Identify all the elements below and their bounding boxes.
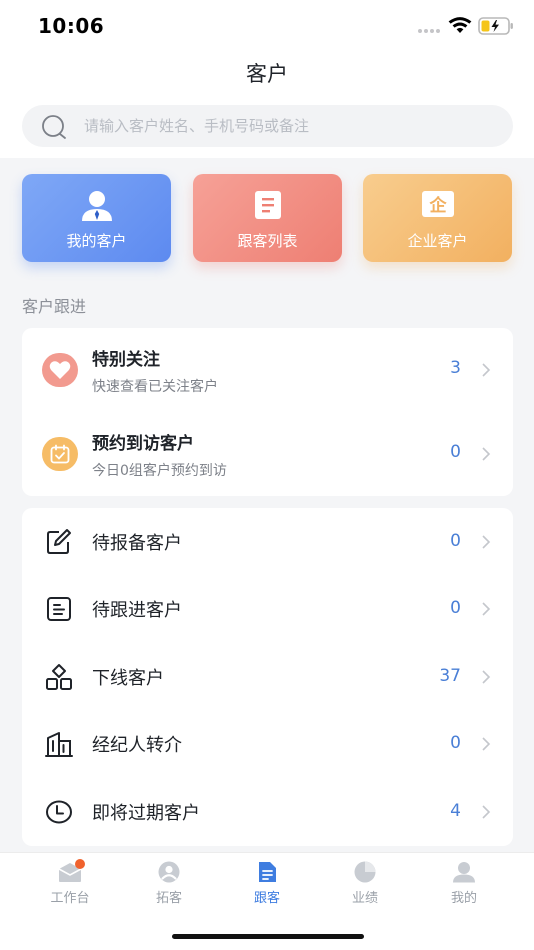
user-circle-icon (158, 861, 180, 883)
tab-label: 跟客 (253, 891, 280, 906)
wifi-icon (448, 17, 472, 33)
tile-label: 跟客列表 (237, 232, 298, 250)
follow-item-appointment[interactable]: 预约到访客户 今日0组客户预约到访 0 (22, 412, 513, 496)
home-indicator (172, 934, 364, 939)
profile-icon (453, 862, 475, 883)
tab-mine[interactable]: 我的 (419, 861, 509, 911)
document-icon (254, 191, 281, 219)
enterprise-icon: 企 (421, 191, 454, 217)
search-input[interactable] (84, 105, 494, 147)
list-item-pending-follow[interactable]: 待跟进客户 0 (22, 575, 513, 642)
follow-item-count: 0 (450, 442, 461, 462)
page-title: 客户 (246, 62, 288, 86)
chevron-right-icon (482, 737, 491, 751)
tile-enterprise-customers[interactable]: 企 企业客户 (363, 174, 512, 262)
customer-list-card: 待报备客户 0 待跟进客户 0 下线客户 37 经纪人转介 0 即将过期客户 4 (22, 508, 513, 846)
notification-badge (75, 859, 85, 869)
list-item-count: 4 (450, 801, 461, 821)
follow-item-title: 预约到访客户 (92, 434, 194, 454)
chevron-right-icon (482, 447, 491, 461)
list-item-label: 待跟进客户 (92, 600, 182, 621)
list-icon (47, 597, 71, 621)
svg-text:企: 企 (428, 195, 447, 216)
edit-icon (47, 529, 71, 554)
battery-icon (478, 17, 513, 35)
chevron-right-icon (482, 670, 491, 684)
top-area: 10:06 客户 (0, 0, 534, 158)
chevron-right-icon (482, 805, 491, 819)
tab-label: 工作台 (50, 891, 90, 906)
tab-label: 拓客 (155, 891, 182, 906)
document-icon (259, 862, 276, 882)
search-bar[interactable] (22, 105, 513, 147)
list-item-count: 0 (450, 531, 461, 551)
tab-performance[interactable]: 业绩 (320, 861, 410, 911)
tile-label: 企业客户 (407, 232, 468, 250)
section-title: 客户跟进 (22, 297, 87, 316)
list-item-agent-referral[interactable]: 经纪人转介 0 (22, 710, 513, 777)
list-item-label: 待报备客户 (92, 533, 182, 554)
follow-item-special-attention[interactable]: 特别关注 快速查看已关注客户 3 (22, 328, 513, 412)
calendar-icon (42, 437, 78, 471)
list-item-count: 37 (439, 666, 461, 686)
status-bar: 10:06 (0, 0, 534, 50)
chevron-right-icon (482, 363, 491, 377)
tile-label: 我的客户 (66, 232, 127, 250)
follow-card: 特别关注 快速查看已关注客户 3 预约到访客户 今日0组客户预约到访 0 (22, 328, 513, 496)
follow-item-subtitle: 今日0组客户预约到访 (92, 463, 227, 479)
clock-icon (46, 800, 72, 824)
tab-expand-customers[interactable]: 拓客 (124, 861, 214, 911)
follow-item-title: 特别关注 (92, 350, 160, 370)
follow-item-count: 3 (450, 358, 461, 378)
hierarchy-icon (46, 664, 72, 690)
tab-follow-customers[interactable]: 跟客 (222, 861, 312, 911)
cellular-signal-icon (418, 29, 440, 33)
tab-workbench[interactable]: 工作台 (25, 859, 115, 911)
status-time: 10:06 (38, 14, 105, 38)
tab-label: 我的 (450, 891, 477, 906)
tile-follow-list[interactable]: 跟客列表 (193, 174, 342, 262)
building-icon (45, 732, 73, 757)
list-item-count: 0 (450, 598, 461, 618)
list-item-expiring[interactable]: 即将过期客户 4 (22, 778, 513, 845)
person-icon (81, 191, 112, 221)
list-item-label: 即将过期客户 (92, 803, 200, 824)
tab-label: 业绩 (351, 891, 378, 906)
search-icon (42, 115, 66, 139)
list-item-label: 下线客户 (92, 668, 164, 689)
tile-my-customers[interactable]: 我的客户 (22, 174, 171, 262)
list-item-downline[interactable]: 下线客户 37 (22, 643, 513, 710)
chevron-right-icon (482, 602, 491, 616)
heart-icon (42, 353, 78, 387)
list-item-label: 经纪人转介 (92, 735, 182, 756)
chevron-right-icon (482, 535, 491, 549)
list-item-pending-report[interactable]: 待报备客户 0 (22, 508, 513, 575)
list-item-count: 0 (450, 733, 461, 753)
follow-item-subtitle: 快速查看已关注客户 (92, 379, 218, 395)
pie-chart-icon (354, 861, 376, 883)
